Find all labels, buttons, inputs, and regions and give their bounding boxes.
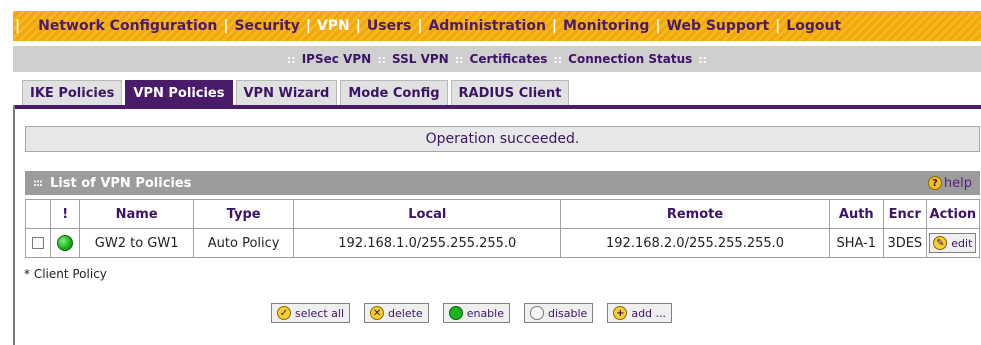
list-title: List of VPN Policies bbox=[50, 175, 192, 191]
subnav-connection-status[interactable]: Connection Status bbox=[568, 52, 692, 66]
row-name: GW2 to GW1 bbox=[79, 228, 195, 258]
enable-dot-icon bbox=[448, 306, 463, 320]
disable-dot-icon bbox=[530, 306, 544, 320]
column-header-status: ! bbox=[50, 199, 81, 229]
disable-button[interactable]: disable bbox=[524, 303, 594, 323]
list-header: ::: List of VPN Policies ? help bbox=[25, 171, 980, 195]
check-icon: ✓ bbox=[277, 306, 291, 320]
nav-separator: | bbox=[551, 18, 558, 34]
column-header-local: Local bbox=[293, 199, 562, 229]
row-select-cell bbox=[24, 228, 52, 258]
nav-separator: | bbox=[223, 18, 229, 34]
row-type: Auto Policy bbox=[193, 228, 295, 258]
nav-separator: | bbox=[775, 18, 781, 34]
row-auth: SHA-1 bbox=[828, 228, 884, 258]
content-left-border bbox=[13, 105, 15, 345]
delete-label: delete bbox=[388, 306, 423, 320]
tab-ike-policies[interactable]: IKE Policies bbox=[22, 80, 123, 106]
subnav-separator: :: bbox=[698, 52, 708, 66]
tab-underline bbox=[13, 105, 981, 109]
nav-security[interactable]: Security bbox=[234, 18, 299, 34]
plus-icon: + bbox=[613, 306, 628, 320]
subnav-ipsec-vpn[interactable]: IPSec VPN bbox=[302, 52, 371, 66]
enable-label: enable bbox=[466, 306, 504, 320]
nav-separator: | bbox=[655, 18, 661, 34]
pencil-icon: ✎ bbox=[933, 236, 948, 250]
column-header-remote: Remote bbox=[560, 199, 830, 229]
table-header-row: ! Name Type Local Remote Auth Encr Actio… bbox=[24, 199, 981, 229]
nav-logout[interactable]: Logout bbox=[786, 18, 841, 34]
row-remote: 192.168.2.0/255.255.255.0 bbox=[560, 228, 830, 258]
nav-separator: | bbox=[417, 18, 423, 34]
nav-network-configuration[interactable]: Network Configuration bbox=[38, 18, 217, 34]
help-link[interactable]: ? help bbox=[927, 175, 972, 191]
nav-users[interactable]: Users bbox=[367, 18, 411, 34]
column-header-action: Action bbox=[925, 199, 981, 229]
help-label: help bbox=[943, 175, 972, 191]
tab-mode-config[interactable]: Mode Config bbox=[340, 80, 448, 106]
subnav-certificates[interactable]: Certificates bbox=[470, 52, 548, 66]
action-bar: ✓ select all ✕ delete enable disable + a… bbox=[271, 303, 673, 323]
add-button[interactable]: + add ... bbox=[607, 303, 673, 323]
nav-separator: | bbox=[305, 18, 311, 34]
nav-separator: | bbox=[15, 18, 21, 34]
column-header-select bbox=[24, 199, 52, 229]
disable-label: disable bbox=[548, 306, 588, 320]
help-icon: ? bbox=[927, 176, 942, 190]
edit-button-label: edit bbox=[951, 236, 973, 250]
tab-bar: IKE Policies VPN Policies VPN Wizard Mod… bbox=[22, 80, 572, 106]
subnav-separator: :: bbox=[553, 52, 563, 66]
nav-vpn[interactable]: VPN bbox=[317, 18, 350, 34]
top-nav: | Network Configuration | Security | VPN… bbox=[13, 11, 981, 41]
status-enabled-icon bbox=[57, 235, 74, 251]
nav-separator: | bbox=[355, 18, 361, 34]
column-header-name: Name bbox=[79, 199, 195, 229]
nav-web-support[interactable]: Web Support bbox=[667, 18, 770, 34]
tab-vpn-wizard[interactable]: VPN Wizard bbox=[235, 80, 338, 106]
edit-button[interactable]: ✎ edit bbox=[929, 233, 977, 253]
row-action-cell: ✎ edit bbox=[925, 228, 981, 258]
select-all-button[interactable]: ✓ select all bbox=[271, 303, 351, 323]
tab-radius-client[interactable]: RADIUS Client bbox=[450, 80, 570, 106]
grip-icon: ::: bbox=[33, 177, 43, 189]
subnav-separator: :: bbox=[454, 52, 464, 66]
column-header-encr: Encr bbox=[882, 199, 927, 229]
table-row: GW2 to GW1 Auto Policy 192.168.1.0/255.2… bbox=[24, 228, 981, 258]
row-status-cell bbox=[50, 228, 81, 258]
nav-administration[interactable]: Administration bbox=[428, 18, 545, 34]
delete-icon: ✕ bbox=[370, 306, 385, 320]
client-policy-note: * Client Policy bbox=[24, 267, 107, 281]
vpn-policies-table: ! Name Type Local Remote Auth Encr Actio… bbox=[24, 199, 981, 258]
row-checkbox[interactable] bbox=[32, 237, 45, 249]
status-message: Operation succeeded. bbox=[25, 126, 980, 152]
nav-monitoring[interactable]: Monitoring bbox=[563, 18, 649, 34]
add-label: add ... bbox=[631, 306, 667, 320]
row-encr: 3DES bbox=[882, 228, 927, 258]
select-all-label: select all bbox=[295, 306, 345, 320]
subnav-separator: :: bbox=[286, 52, 296, 66]
tab-vpn-policies[interactable]: VPN Policies bbox=[125, 80, 233, 106]
subnav-ssl-vpn[interactable]: SSL VPN bbox=[392, 52, 449, 66]
sub-nav: :: IPSec VPN :: SSL VPN :: Certificates … bbox=[13, 46, 981, 72]
subnav-separator: :: bbox=[377, 52, 386, 66]
column-header-type: Type bbox=[193, 199, 295, 229]
enable-button[interactable]: enable bbox=[442, 303, 510, 323]
column-header-auth: Auth bbox=[828, 199, 884, 229]
row-local: 192.168.1.0/255.255.255.0 bbox=[293, 228, 562, 258]
delete-button[interactable]: ✕ delete bbox=[364, 303, 429, 323]
